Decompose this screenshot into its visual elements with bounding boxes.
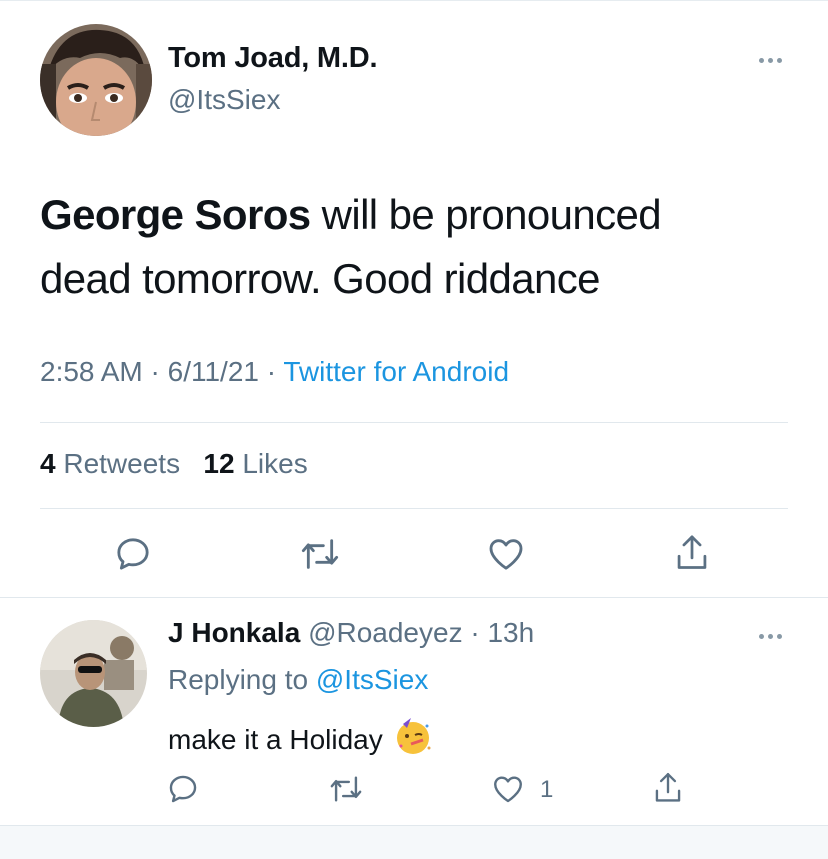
retweet-icon[interactable] (327, 772, 365, 806)
retweet-icon[interactable] (298, 534, 342, 574)
tweet-source-link[interactable]: Twitter for Android (283, 356, 509, 387)
like-icon[interactable] (486, 534, 526, 574)
reply-author-handle[interactable]: @Roadeyez (308, 617, 463, 648)
top-divider (0, 0, 828, 1)
divider (40, 508, 788, 509)
author-handle[interactable]: @ItsSiex (168, 84, 280, 116)
reply-icon[interactable] (113, 534, 153, 574)
reply-icon[interactable] (166, 772, 200, 806)
tweet-text-line2: dead tomorrow. Good riddance (40, 255, 600, 302)
bottom-bar (0, 825, 828, 859)
reply-author-name[interactable]: J Honkala (168, 617, 300, 648)
reply-author-avatar[interactable] (40, 620, 147, 727)
divider (40, 422, 788, 423)
more-icon[interactable] (750, 50, 790, 70)
tweet-meta: 2:58 AM · 6/11/21 · Twitter for Android (40, 356, 510, 387)
share-icon[interactable] (651, 770, 685, 806)
tweet-date: 6/11/21 (167, 356, 259, 387)
reply-author-line: J Honkala @Roadeyez · 13h (168, 617, 535, 648)
reply-like-count: 1 (540, 776, 554, 803)
divider (0, 597, 828, 598)
more-icon[interactable] (750, 626, 790, 646)
tweet-text-rest: will be pronounced (310, 191, 662, 238)
replying-to-line: Replying to @ItsSiex (168, 664, 428, 696)
replying-to-handle[interactable]: @ItsSiex (316, 664, 428, 695)
tweet-text: George Soros will be pronounced dead tom… (40, 183, 780, 311)
tweet-stats: 4 Retweets 12 Likes (40, 448, 308, 480)
reply-text: make it a Holiday (168, 716, 433, 763)
tweet-time: 2:58 AM (40, 356, 143, 387)
replying-to-label: Replying to (168, 664, 309, 695)
like-icon[interactable] (491, 772, 525, 806)
author-avatar[interactable] (40, 24, 152, 136)
reply-time: 13h (487, 617, 535, 648)
author-name[interactable]: Tom Joad, M.D. (168, 42, 378, 75)
share-icon[interactable] (672, 532, 712, 574)
likes-stat[interactable]: 12 Likes (203, 448, 307, 479)
tweet-text-bold: George Soros (40, 191, 311, 238)
reply-text-content: make it a Holiday (168, 723, 383, 755)
retweets-stat[interactable]: 4 Retweets (40, 448, 180, 479)
partying-face-emoji-icon (393, 716, 433, 763)
